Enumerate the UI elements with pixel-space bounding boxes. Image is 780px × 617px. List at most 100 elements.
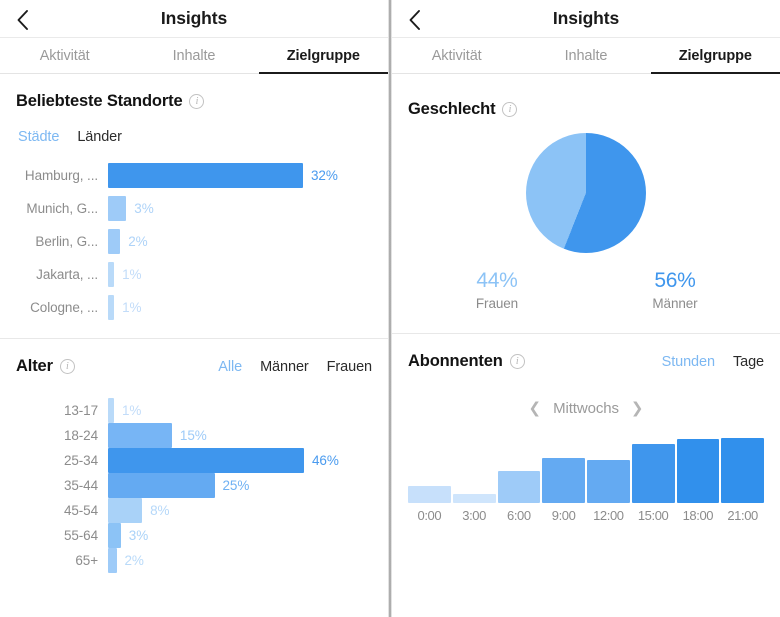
bar-category-label: Jakarta, ... bbox=[36, 267, 98, 282]
right-tab-bar: Aktivität Inhalte Zielgruppe bbox=[392, 38, 780, 74]
age-section: Alter i Alle Männer Frauen 13-17 1% 18-24 1… bbox=[0, 339, 388, 573]
bar-category-label: 13-17 bbox=[63, 403, 98, 418]
axis-tick-label: 15:00 bbox=[637, 508, 669, 523]
bar-category-label: Munich, G... bbox=[26, 201, 98, 216]
axis-tick-label: 0:00 bbox=[417, 508, 442, 523]
followers-header: Abonnenten i Stunden Tage bbox=[408, 334, 764, 371]
bar-fill bbox=[108, 548, 117, 573]
bar-fill bbox=[542, 458, 585, 503]
bar-track: 25% bbox=[108, 473, 372, 498]
legend-item-frauen: 44% Frauen bbox=[408, 269, 586, 311]
bar-track: 2% bbox=[108, 225, 372, 258]
bar-fill bbox=[108, 498, 143, 523]
chevron-left-icon[interactable]: ❮ bbox=[529, 399, 542, 417]
bar-value-label: 15% bbox=[179, 428, 207, 443]
info-icon[interactable]: i bbox=[502, 102, 518, 117]
table-row: 45-54 8% bbox=[16, 498, 372, 523]
page-title: Insights bbox=[160, 8, 228, 28]
bar-value-label: 1% bbox=[122, 403, 142, 418]
bar-fill bbox=[497, 471, 541, 503]
back-button[interactable] bbox=[400, 6, 428, 34]
bar-category-label: 35-44 bbox=[63, 478, 98, 493]
left-navbar: Insights bbox=[0, 0, 388, 38]
axis-tick-label: 21:00 bbox=[727, 508, 758, 523]
tab-zielgruppe[interactable]: Zielgruppe bbox=[258, 38, 388, 74]
followers-toggle-group: Stunden Tage bbox=[662, 354, 764, 370]
tab-aktivitaet[interactable]: Aktivität bbox=[392, 38, 521, 73]
bar-fill bbox=[108, 295, 115, 320]
table-row: 25-34 46% bbox=[16, 448, 372, 473]
toggle-stunden[interactable]: Stunden bbox=[662, 354, 715, 370]
bar-category-label: 55-64 bbox=[63, 528, 98, 543]
bar-fill bbox=[108, 473, 215, 498]
bar-track: 2% bbox=[108, 548, 372, 573]
legend-label: Frauen bbox=[475, 296, 519, 311]
axis-tick-label: 12:00 bbox=[593, 508, 624, 523]
bar-value-label: 2% bbox=[124, 553, 144, 568]
bar-value-label: 32% bbox=[311, 168, 338, 183]
legend-percent: 44% bbox=[476, 269, 518, 292]
bar-fill bbox=[108, 398, 114, 423]
bar-category-label: Hamburg, ... bbox=[24, 168, 98, 183]
bar-fill bbox=[587, 459, 630, 503]
legend-label: Männer bbox=[652, 296, 698, 311]
bar-category-label: 18-24 bbox=[63, 428, 98, 443]
locations-bar-chart: Hamburg, ... 32% Munich, G... 3% Berlin, G..… bbox=[16, 145, 372, 324]
gender-pie-chart bbox=[526, 133, 646, 253]
toggle-laender[interactable]: Länder bbox=[77, 129, 122, 145]
followers-section: Abonnenten i Stunden Tage ❮ Mittwochs ❯ … bbox=[392, 334, 780, 523]
age-title: Alter bbox=[16, 357, 53, 375]
toggle-maenner[interactable]: Männer bbox=[260, 359, 309, 375]
info-icon[interactable]: i bbox=[189, 94, 205, 109]
table-row: 65+ 2% bbox=[16, 548, 372, 573]
day-label: Mittwochs bbox=[553, 399, 619, 417]
tab-zielgruppe[interactable]: Zielgruppe bbox=[650, 38, 780, 74]
bar-fill bbox=[676, 438, 720, 503]
toggle-alle[interactable]: Alle bbox=[218, 359, 242, 375]
locations-header: Beliebteste Standorte i bbox=[16, 74, 372, 111]
bar-value-label: 2% bbox=[128, 234, 148, 249]
age-toggle-group: Alle Männer Frauen bbox=[218, 359, 372, 375]
info-icon[interactable]: i bbox=[509, 354, 525, 369]
toggle-staedte[interactable]: Städte bbox=[18, 129, 59, 145]
bar-track: 1% bbox=[108, 398, 372, 423]
toggle-tage[interactable]: Tage bbox=[733, 354, 764, 370]
bar-fill bbox=[108, 163, 303, 188]
bar-track: 8% bbox=[108, 498, 372, 523]
gender-title: Geschlecht bbox=[408, 100, 496, 118]
bar-track: 32% bbox=[108, 159, 372, 192]
legend-item-maenner: 56% Männer bbox=[586, 269, 764, 311]
tab-aktivitaet[interactable]: Aktivität bbox=[0, 38, 129, 73]
bar-category-label: 25-34 bbox=[63, 453, 98, 468]
tab-inhalte[interactable]: Inhalte bbox=[521, 38, 650, 73]
table-row: 55-64 3% bbox=[16, 523, 372, 548]
age-bar-chart: 13-17 1% 18-24 15% 25-34 46% 35-44 25% 45-54 8% 55… bbox=[16, 376, 372, 573]
table-row: Berlin, G... 2% bbox=[16, 225, 372, 258]
axis-tick-label: 18:00 bbox=[682, 508, 714, 523]
gender-header: Geschlecht i bbox=[408, 74, 764, 119]
followers-bar-chart bbox=[408, 431, 764, 503]
gender-pie-wrap bbox=[408, 119, 764, 253]
chevron-right-icon[interactable]: ❯ bbox=[631, 399, 644, 417]
chevron-left-icon bbox=[16, 9, 29, 31]
locations-title: Beliebteste Standorte bbox=[16, 92, 183, 110]
toggle-frauen[interactable]: Frauen bbox=[327, 359, 372, 375]
gender-legend: 44% Frauen 56% Männer bbox=[408, 253, 764, 333]
bar-value-label: 1% bbox=[122, 300, 142, 315]
followers-title: Abonnenten bbox=[408, 352, 503, 370]
bar-track: 15% bbox=[108, 423, 372, 448]
info-icon[interactable]: i bbox=[59, 359, 75, 374]
back-button[interactable] bbox=[8, 6, 36, 34]
page-title: Insights bbox=[552, 8, 620, 28]
dual-screenshot-container: Insights Aktivität Inhalte Zielgruppe Be… bbox=[0, 0, 780, 617]
bar-fill bbox=[108, 523, 121, 548]
bar-value-label: 46% bbox=[312, 453, 339, 468]
bar-category-label: 65+ bbox=[75, 553, 98, 568]
age-header: Alter i Alle Männer Frauen bbox=[16, 339, 372, 376]
bar-value-label: 3% bbox=[134, 201, 154, 216]
locations-section: Beliebteste Standorte i Städte Länder Ha… bbox=[0, 74, 388, 324]
axis-tick-label: 3:00 bbox=[462, 508, 486, 523]
chevron-left-icon bbox=[408, 9, 421, 31]
tab-inhalte[interactable]: Inhalte bbox=[129, 38, 258, 73]
bar-fill bbox=[408, 485, 451, 503]
